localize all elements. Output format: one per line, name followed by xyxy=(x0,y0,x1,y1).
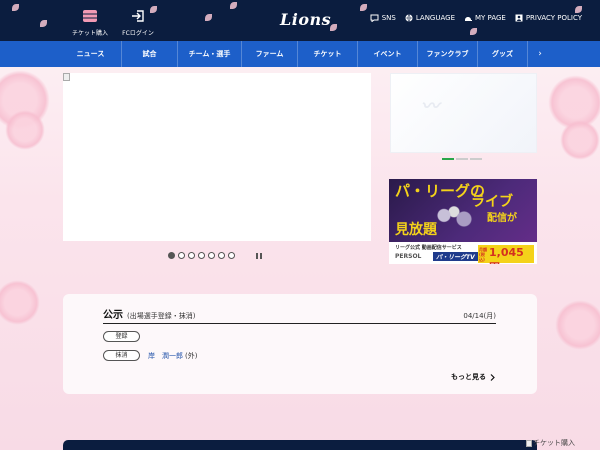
globe-icon xyxy=(405,14,413,22)
nav-item-farm[interactable]: ファーム xyxy=(242,41,298,67)
petal-decoration xyxy=(360,4,367,11)
slider-dot[interactable] xyxy=(218,252,225,259)
player-name-link[interactable]: 岸 潤一郎 xyxy=(148,351,183,361)
main-navigation: ニュース 試合 チーム・選手 ファーム チケット イベント ファンクラブ グッズ… xyxy=(0,41,600,67)
ad-price: 1,045円~ xyxy=(489,246,524,264)
chevron-right-icon xyxy=(490,373,495,381)
side-banner-carousel[interactable]: 〰 xyxy=(390,73,537,153)
broken-image-icon xyxy=(526,439,532,447)
slider-dot[interactable] xyxy=(228,252,235,259)
ad-price-tag: 月額(税込) xyxy=(479,247,487,262)
my-page-link[interactable]: MY PAGE xyxy=(464,14,506,22)
roster-announcement-card: 公示 (出場選手登録・抹消) 04/14(月) 登録 抹消 岸 潤一郎 (外) … xyxy=(63,294,537,394)
announcement-title: 公示 xyxy=(103,310,123,321)
ticket-icon xyxy=(83,10,97,22)
petal-decoration xyxy=(230,2,237,9)
slider-dot[interactable] xyxy=(178,252,185,259)
announcement-subtitle: (出場選手登録・抹消) xyxy=(127,312,196,320)
floating-ticket-label: チケット購入 xyxy=(533,439,575,447)
ad-headline-4: 見放題 xyxy=(395,222,437,238)
nav-item-team[interactable]: チーム・選手 xyxy=(178,41,242,67)
pa-league-tv-logo: パ・リーグTV xyxy=(433,252,478,261)
hero-slider[interactable] xyxy=(63,73,371,241)
registered-badge: 登録 xyxy=(103,331,140,342)
nav-item-fanclub[interactable]: ファンクラブ xyxy=(418,41,478,67)
announcement-date: 04/14(月) xyxy=(463,312,496,320)
privacy-policy-link[interactable]: PRIVACY POLICY xyxy=(515,14,582,22)
chat-bubble-icon xyxy=(370,14,379,22)
cherry-blossom-decoration xyxy=(0,280,40,325)
login-icon xyxy=(132,10,144,22)
nav-more-arrow[interactable]: › xyxy=(528,49,552,59)
slider-dot[interactable] xyxy=(198,252,205,259)
petal-decoration xyxy=(470,28,477,35)
side-carousel-dot[interactable] xyxy=(470,158,482,160)
player-entry: 岸 潤一郎 (外) xyxy=(148,351,197,361)
ad-headline-3: 配信が xyxy=(487,213,517,224)
nav-item-events[interactable]: イベント xyxy=(358,41,418,67)
persol-logo: PERSOL xyxy=(395,253,422,260)
faded-banner-art: 〰 xyxy=(421,96,439,117)
sns-label: SNS xyxy=(381,14,396,22)
side-carousel-dots xyxy=(442,158,482,160)
deleted-badge: 抹消 xyxy=(103,350,140,361)
fc-login-label: FCログイン xyxy=(122,30,154,37)
petal-decoration xyxy=(40,20,47,27)
broken-image-icon xyxy=(63,73,70,81)
helmet-icon xyxy=(465,17,472,21)
pause-icon xyxy=(255,252,258,259)
nav-item-news[interactable]: ニュース xyxy=(60,41,122,67)
cherry-blossom-decoration xyxy=(5,110,45,150)
site-header: チケット購入 FCログイン Lions SNS LANGUAGE MY PAGE xyxy=(0,0,600,41)
ticket-purchase-label: チケット購入 xyxy=(71,30,108,37)
hero-slider-dots xyxy=(168,252,235,259)
sns-link[interactable]: SNS xyxy=(370,14,396,22)
nav-item-tickets[interactable]: チケット xyxy=(298,41,358,67)
side-carousel-dot[interactable] xyxy=(456,158,468,160)
bottom-section-header xyxy=(63,440,537,450)
slider-dot[interactable] xyxy=(188,252,195,259)
see-more-label: もっと見る xyxy=(451,373,486,381)
language-link[interactable]: LANGUAGE xyxy=(405,14,455,22)
floating-ticket-button[interactable]: チケット購入 xyxy=(526,438,575,448)
player-position: (外) xyxy=(185,352,198,360)
lions-logo[interactable]: Lions xyxy=(280,10,331,29)
nav-item-goods[interactable]: グッズ xyxy=(478,41,528,67)
ad-headline-2: ライブ xyxy=(471,194,513,210)
person-badge-icon xyxy=(515,14,523,22)
cherry-blossom-decoration xyxy=(560,120,600,160)
pause-button[interactable] xyxy=(254,251,263,260)
my-page-label: MY PAGE xyxy=(475,14,506,22)
slider-dot[interactable] xyxy=(208,252,215,259)
petal-decoration xyxy=(575,6,582,13)
ad-service-label: リーグ公式 動画配信サービス xyxy=(395,245,462,251)
petal-decoration xyxy=(205,14,212,21)
see-more-link[interactable]: もっと見る xyxy=(451,372,495,382)
ad-price-box: 月額(税込) 1,045円~ xyxy=(478,245,534,264)
nav-item-games[interactable]: 試合 xyxy=(122,41,178,67)
pause-icon xyxy=(259,252,262,259)
pa-league-tv-ad-banner[interactable]: パ・リーグの ライブ 配信が 見放題 リーグ公式 動画配信サービス PERSOL… xyxy=(389,179,537,264)
fc-login-button[interactable]: FCログイン xyxy=(118,6,158,37)
announcement-header: 公示 (出場選手登録・抹消) 04/14(月) xyxy=(103,306,496,324)
ad-footer: リーグ公式 動画配信サービス PERSOL パ・リーグTV 月額(税込) 1,0… xyxy=(389,242,537,264)
language-label: LANGUAGE xyxy=(415,14,455,22)
side-carousel-dot[interactable] xyxy=(442,158,454,160)
ticket-purchase-button[interactable]: チケット購入 xyxy=(70,6,110,37)
slider-dot[interactable] xyxy=(168,252,175,259)
privacy-policy-label: PRIVACY POLICY xyxy=(525,14,582,22)
petal-decoration xyxy=(12,4,19,11)
cherry-blossom-decoration xyxy=(555,300,600,350)
